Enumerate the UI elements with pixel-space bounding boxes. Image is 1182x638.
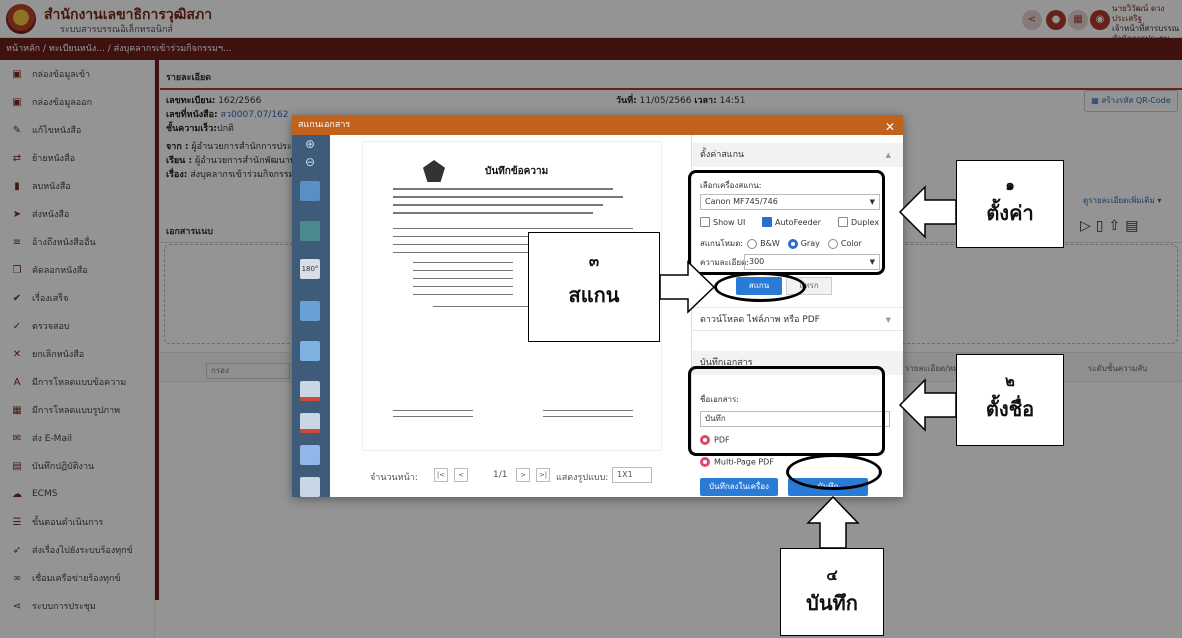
annotation-step-2: ๒ ตั้งชื่อ — [956, 354, 1064, 446]
step-4-label: บันทึก — [806, 591, 858, 615]
step-4-number: ๔ — [826, 566, 838, 584]
step-2-label: ตั้งชื่อ — [985, 397, 1035, 421]
annotation-step-1: ๑ ตั้งค่า — [956, 160, 1064, 248]
step-1-label: ตั้งค่า — [986, 201, 1034, 225]
annotation-step-3: ๓ สแกน — [528, 232, 660, 342]
step-1-number: ๑ — [1005, 176, 1015, 194]
step-2-number: ๒ — [1005, 372, 1015, 390]
step-3-number: ๓ — [588, 252, 600, 270]
annotation-step-4: ๔ บันทึก — [780, 548, 884, 636]
step-3-label: สแกน — [568, 283, 620, 307]
